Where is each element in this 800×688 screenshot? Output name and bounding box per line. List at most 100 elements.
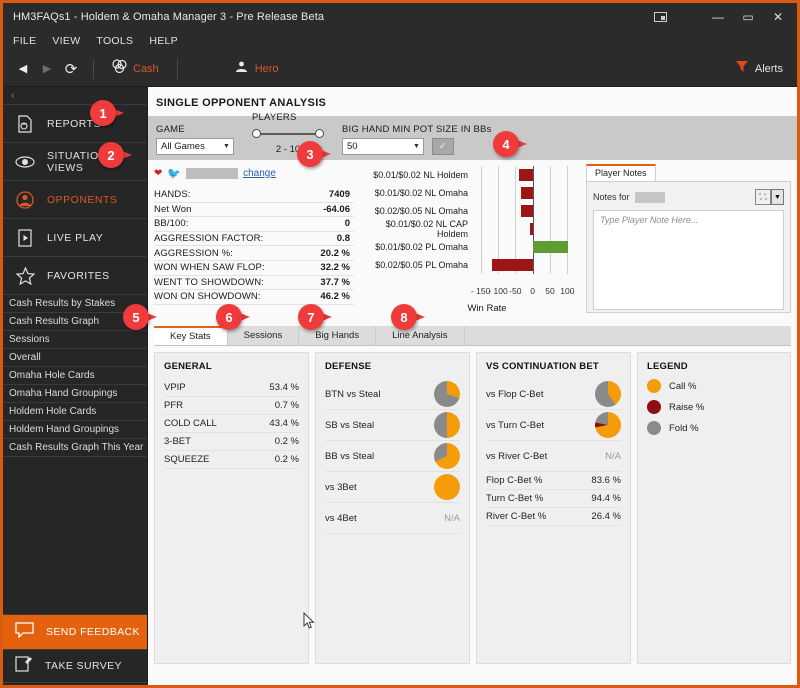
stat-value: 0 [307, 216, 354, 232]
chart-gridline [567, 256, 569, 274]
callout-number: 8 [391, 304, 417, 330]
maximize-button[interactable]: ▭ [733, 5, 763, 29]
chart-gridline [480, 238, 482, 256]
chart-gridline [498, 184, 499, 202]
defense-panel: DEFENSE BTN vs Steal SB vs Steal BB vs Ste… [315, 352, 470, 664]
bighand-select[interactable]: 50 ▼ [342, 138, 424, 155]
sidebar-subitem-sessions[interactable]: Sessions [3, 331, 147, 349]
chart-axis-row: - 150- 100 -50 0 50 100 [358, 286, 576, 299]
sidebar-item-opponents[interactable]: OPPONENTS [3, 181, 147, 219]
callout-number: 3 [297, 141, 323, 167]
toolbar: ◀ ▶ ⟳ Cash Hero Alerts [3, 51, 797, 87]
menu-item-tools[interactable]: TOOLS [96, 35, 133, 47]
stat-key: Net Won [154, 202, 308, 218]
forward-button[interactable]: ▶ [35, 57, 59, 81]
chart-gridline [550, 220, 551, 238]
stat-key: HANDS: [154, 188, 308, 203]
palette-icon[interactable] [755, 189, 771, 205]
change-player-link[interactable]: change [243, 168, 276, 179]
table-row: WON WHEN SAW FLOP: 32.2 % [154, 260, 354, 276]
stat-key: WON WHEN SAW FLOP: [154, 260, 308, 276]
chart-bar-track [472, 220, 576, 238]
stat-key: BB vs Steal [325, 450, 375, 462]
stat-key: vs 3Bet [325, 481, 357, 493]
notes-textarea[interactable]: Type Player Note Here... [593, 210, 784, 310]
send-feedback-button[interactable]: SEND FEEDBACK [3, 615, 147, 649]
chart-gridline [515, 238, 517, 256]
stat-value: 83.6 % [591, 475, 621, 486]
cash-button[interactable]: Cash [104, 59, 167, 78]
stat-value: 0.7 % [274, 400, 299, 411]
alerts-button[interactable]: Alerts [735, 59, 783, 78]
slider-knob-min[interactable] [252, 129, 261, 138]
sidebar-item-favorites[interactable]: FAVORITES [3, 257, 147, 295]
heart-icon[interactable]: ❤ [154, 168, 162, 179]
monitor-icon[interactable] [654, 10, 667, 28]
stat-value: 37.7 % [307, 275, 354, 291]
alerts-label: Alerts [754, 62, 783, 75]
chart-zero-line [532, 184, 534, 202]
sidebar-item-label: SITUATIONAL VIEWS [47, 149, 121, 174]
cbet-pie-rows: vs Flop C-Bet vs Turn C-Bet vs River C-Bet… [486, 379, 621, 472]
chart-gridline [480, 220, 482, 238]
stat-key: 3-BET [164, 436, 191, 447]
sidebar-item-label: OPPONENTS [47, 193, 118, 206]
edit-note-icon [15, 655, 33, 678]
game-select[interactable]: All Games ▼ [156, 138, 234, 155]
chart-x-axis: - 150- 100 -50 0 50 100 [471, 286, 576, 299]
bighand-select-value: 50 [347, 141, 358, 152]
close-button[interactable]: ✕ [763, 5, 793, 29]
stat-key: SQUEEZE [164, 454, 210, 465]
chart-bar-row: $0.02/$0.05 NL Omaha [358, 202, 576, 220]
stat-value: 0.8 [307, 231, 354, 247]
hero-button[interactable]: Hero [226, 60, 287, 78]
window-title: HM3FAQs1 - Holdem & Omaha Manager 3 - Pr… [13, 11, 325, 23]
chart-gridline [567, 202, 569, 220]
take-survey-button[interactable]: TAKE SURVEY [3, 649, 147, 683]
menu-item-file[interactable]: FILE [13, 35, 36, 47]
chart-gridline [550, 184, 551, 202]
stat-key: BTN vs Steal [325, 388, 381, 400]
sidebar-subitem-omaha-hole-cards[interactable]: Omaha Hole Cards [3, 367, 147, 385]
sidebar-subitem-holdem-hole-cards[interactable]: Holdem Hole Cards [3, 403, 147, 421]
stat-key: WENT TO SHOWDOWN: [154, 275, 308, 291]
refresh-icon[interactable]: ⟳ [59, 57, 83, 81]
chart-gridline [498, 166, 499, 184]
list-item: vs River C-Bet N/A [486, 441, 621, 472]
back-button[interactable]: ◀ [11, 57, 35, 81]
overview-row: ❤ 🐦 change HANDS: 7409 Net Won -64.06 BB/1… [148, 160, 797, 320]
chart-bar [529, 223, 533, 235]
sidebar-subitem-omaha-hand-groupings[interactable]: Omaha Hand Groupings [3, 385, 147, 403]
chart-bar-track [472, 256, 576, 274]
sidebar-subitem-cash-results-graph-this-year[interactable]: Cash Results Graph This Year [3, 439, 147, 457]
apply-filter-button[interactable]: ✓ [432, 138, 454, 155]
legend-panel-header: LEGEND [647, 361, 688, 372]
stat-value: 94.4 % [591, 493, 621, 504]
notes-player-name-redacted [634, 191, 665, 203]
chart-gridline [498, 220, 499, 238]
chart-category-label: $0.02/$0.05 PL Omaha [375, 260, 468, 270]
stats-panels: GENERAL VPIP 53.4 % PFR 0.7 % COLD CALL 43.… [148, 346, 797, 664]
sidebar-subitem-overall[interactable]: Overall [3, 349, 147, 367]
sidebar-subitem-holdem-hand-groupings[interactable]: Holdem Hand Groupings [3, 421, 147, 439]
legend-rows: Call % Raise % Fold % [647, 379, 781, 435]
tab-player-notes[interactable]: Player Notes [586, 164, 656, 181]
callout-badge-6: 6 [216, 304, 250, 330]
slider-knob-max[interactable] [315, 129, 324, 138]
legend-panel: LEGEND Call % Raise % Fold % [637, 352, 791, 664]
chart-gridline [550, 166, 551, 184]
chart-gridline [480, 184, 482, 202]
stat-value: 43.4 % [269, 418, 299, 429]
sidebar-item-reports[interactable]: REPORTS [3, 105, 147, 143]
menu-item-help[interactable]: HELP [149, 35, 178, 47]
list-item: VPIP 53.4 % [164, 379, 299, 397]
legend-color-dot [647, 421, 661, 435]
menu-item-view[interactable]: VIEW [52, 35, 80, 47]
minimize-button[interactable]: — [703, 5, 733, 29]
hero-label: Hero [254, 62, 279, 75]
notes-color-dropdown[interactable]: ▼ [771, 189, 784, 205]
sidebar-collapse-button[interactable]: ‹ [3, 87, 147, 105]
players-filter-label: PLAYERS [252, 112, 297, 123]
sidebar-item-live-play[interactable]: LIVE PLAY [3, 219, 147, 257]
stat-key: Turn C-Bet % [486, 493, 544, 504]
